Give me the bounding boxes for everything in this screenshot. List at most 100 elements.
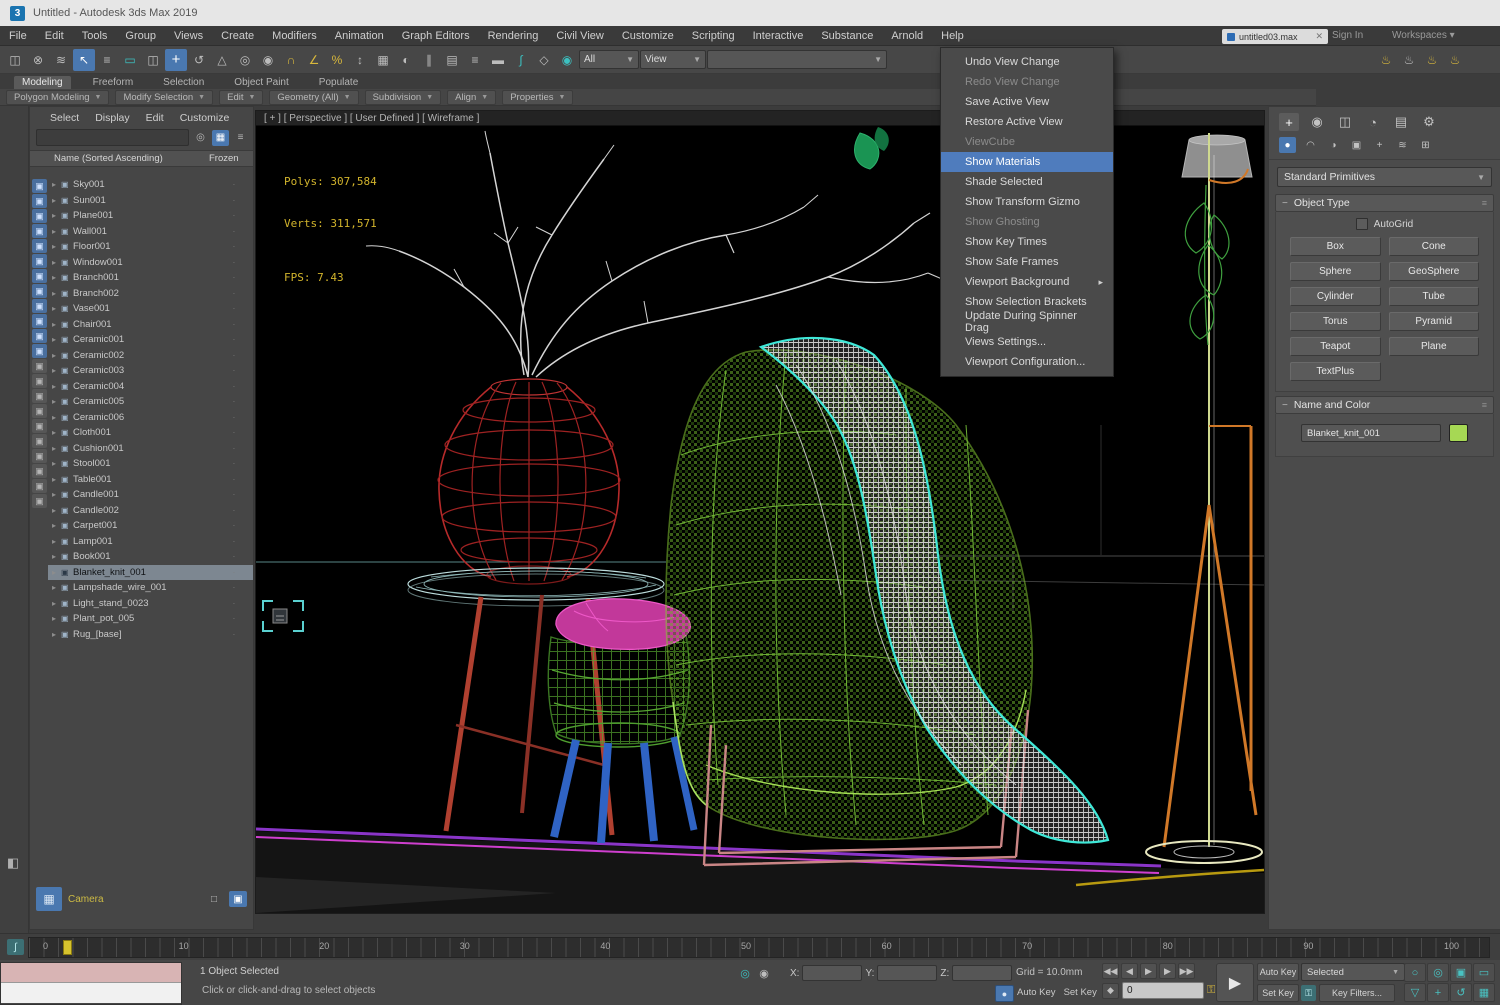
key-filters-button[interactable]: Key Filters...: [1319, 984, 1395, 1002]
ribbon-panel-button[interactable]: Modify Selection▼: [115, 90, 213, 105]
frozen-cell[interactable]: ·: [215, 521, 253, 530]
menu-item[interactable]: Shade Selected ▸: [941, 172, 1113, 192]
object-type-button[interactable]: Tube: [1389, 287, 1480, 306]
menu-item[interactable]: Show Transform Gizmo ▸: [941, 192, 1113, 212]
x-coordinate-field[interactable]: [802, 965, 862, 981]
menu-item[interactable]: Show Selection Brackets ▸: [941, 292, 1113, 312]
menubar-item[interactable]: Civil View: [547, 28, 612, 44]
cat-shapes[interactable]: ◠: [1302, 137, 1319, 153]
expand-arrow-icon[interactable]: ▸: [52, 335, 61, 344]
align-icon[interactable]: ∥: [418, 49, 440, 71]
ribbon-panel-button[interactable]: Polygon Modeling▼: [6, 90, 109, 105]
select-and-move-icon[interactable]: +: [165, 49, 187, 71]
ribbon-tab[interactable]: Modeling: [14, 76, 71, 89]
explorer-row[interactable]: ▸ ▣ Lamp001 ·: [48, 534, 253, 550]
menubar-item[interactable]: Tools: [73, 28, 117, 44]
explorer-row[interactable]: ▸ ▣ Lampshade_wire_001 ·: [48, 580, 253, 596]
field-of-view-icon[interactable]: ▽: [1404, 983, 1426, 1002]
menu-item[interactable]: Show Materials ▸: [941, 152, 1113, 172]
explorer-row[interactable]: ▸ ▣ Cloth001 ·: [48, 425, 253, 441]
material-editor-icon[interactable]: ◉: [556, 49, 578, 71]
frozen-cell[interactable]: ·: [215, 211, 253, 220]
expand-arrow-icon[interactable]: ▸: [52, 366, 61, 375]
frozen-cell[interactable]: ·: [215, 397, 253, 406]
isolate-selection-icon[interactable]: ◎: [737, 965, 753, 981]
ribbon-tab[interactable]: Freeform: [85, 76, 142, 89]
ribbon-tab[interactable]: Populate: [311, 76, 366, 89]
lock-explorer-icon[interactable]: □: [205, 891, 223, 907]
ribbon-panel-button[interactable]: Subdivision▼: [365, 90, 442, 105]
display-filter-icon[interactable]: ▣: [32, 494, 47, 508]
menubar-item[interactable]: Rendering: [479, 28, 548, 44]
pan-view-icon[interactable]: +: [1427, 983, 1449, 1002]
menu-item[interactable]: Save Active View ▸: [941, 92, 1113, 112]
branches[interactable]: [366, 131, 942, 377]
current-frame-field[interactable]: 0: [1122, 982, 1204, 999]
display-filter-icon[interactable]: ▣: [32, 464, 47, 478]
y-coordinate-field[interactable]: [877, 965, 937, 981]
render-setup-icon[interactable]: ♨: [1375, 49, 1397, 71]
go-to-start-icon[interactable]: ◀◀: [1102, 963, 1119, 979]
column-header-row[interactable]: Name (Sorted Ascending) Frozen: [30, 150, 253, 167]
menu-item[interactable]: Redo View Change ▸: [941, 72, 1113, 92]
menubar-item[interactable]: File: [0, 28, 36, 44]
key-mode-toggle-icon[interactable]: ◆: [1102, 983, 1119, 999]
ribbon-panel-button[interactable]: Edit▼: [219, 90, 263, 105]
selection-lock-icon[interactable]: ◉: [756, 965, 772, 981]
expand-arrow-icon[interactable]: ▸: [52, 630, 61, 639]
menubar-item[interactable]: Views: [165, 28, 212, 44]
ribbon-panel-button[interactable]: Geometry (All)▼: [269, 90, 358, 105]
next-frame-icon[interactable]: ▶: [1159, 963, 1176, 979]
frozen-cell[interactable]: ·: [215, 583, 253, 592]
sync-selection-icon[interactable]: ▣: [229, 891, 247, 907]
frozen-cell[interactable]: ·: [215, 366, 253, 375]
display-filter-icon[interactable]: ▣: [32, 299, 47, 313]
tab-modify[interactable]: ◉: [1307, 113, 1327, 131]
menubar-item[interactable]: Modifiers: [263, 28, 326, 44]
time-slider-handle[interactable]: [63, 940, 72, 955]
explorer-row[interactable]: ▸ ▣ Candle002 ·: [48, 503, 253, 519]
display-filter-icon[interactable]: ▣: [32, 209, 47, 223]
previous-frame-icon[interactable]: ◀: [1121, 963, 1138, 979]
menu-item[interactable]: Show Safe Frames ▸: [941, 252, 1113, 272]
frozen-cell[interactable]: ·: [215, 506, 253, 515]
object-type-button[interactable]: TextPlus: [1290, 362, 1381, 381]
curve-editor-icon[interactable]: ∫: [510, 49, 532, 71]
object-color-swatch[interactable]: [1449, 424, 1468, 442]
toggle-layer-explorer-icon[interactable]: ≡: [464, 49, 486, 71]
frozen-cell[interactable]: ·: [215, 444, 253, 453]
expand-arrow-icon[interactable]: ▸: [52, 227, 61, 236]
frozen-cell[interactable]: ·: [215, 289, 253, 298]
display-filter-icon[interactable]: ▣: [32, 239, 47, 253]
menu-item[interactable]: Views Settings... ▸: [941, 332, 1113, 352]
orbit-icon[interactable]: ↺: [1450, 983, 1472, 1002]
play-animation-button[interactable]: ▶: [1216, 963, 1254, 1002]
frozen-cell[interactable]: ·: [215, 599, 253, 608]
display-filter-icon[interactable]: ▣: [32, 194, 47, 208]
spinner-snap-icon[interactable]: ↕: [349, 49, 371, 71]
explorer-row[interactable]: ▸ ▣ Stool001 ·: [48, 456, 253, 472]
scene-tab[interactable]: untitled03.max ✕: [1222, 29, 1328, 44]
toggle-ribbon-icon[interactable]: ▬: [487, 49, 509, 71]
menubar-item[interactable]: Customize: [613, 28, 683, 44]
display-filter-icon[interactable]: ▣: [32, 344, 47, 358]
frozen-cell[interactable]: ·: [215, 428, 253, 437]
window-crossing-icon[interactable]: ◫: [142, 49, 164, 71]
select-by-name-icon[interactable]: ≡: [96, 49, 118, 71]
sign-in-button[interactable]: Sign In: [1332, 30, 1363, 41]
select-and-place-icon[interactable]: ◎: [234, 49, 256, 71]
display-filter-icon[interactable]: ▣: [32, 404, 47, 418]
menu-item[interactable]: ViewCube ▸: [941, 132, 1113, 152]
expand-arrow-icon[interactable]: ▸: [52, 180, 61, 189]
auto-key-toggle[interactable]: Auto Key: [1257, 963, 1299, 981]
menu-item[interactable]: Update During Spinner Drag ▸: [941, 312, 1113, 332]
explorer-row[interactable]: ▸ ▣ Ceramic003 ·: [48, 363, 253, 379]
menubar-item[interactable]: Animation: [326, 28, 393, 44]
autogrid-checkbox[interactable]: [1356, 218, 1368, 230]
frozen-cell[interactable]: ·: [215, 258, 253, 267]
frozen-cell[interactable]: ·: [215, 630, 253, 639]
mirror-icon[interactable]: ◐: [395, 49, 417, 71]
set-key-toggle[interactable]: Set Key: [1257, 984, 1299, 1002]
explorer-row[interactable]: ▸ ▣ Light_stand_0023 ·: [48, 596, 253, 612]
explorer-row[interactable]: ▸ ▣ Plant_pot_005 ·: [48, 611, 253, 627]
